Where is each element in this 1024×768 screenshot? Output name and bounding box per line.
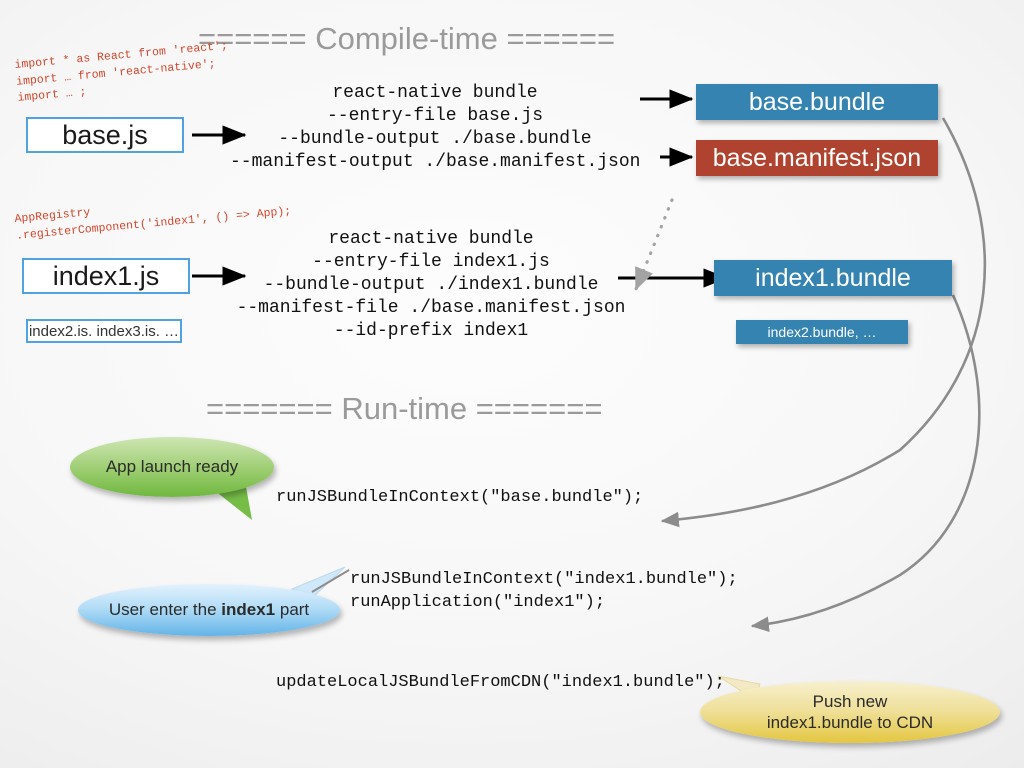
file-box-base-js-label: base.js [62,119,148,150]
diagram-canvas: ====== Compile-time ====== import * as R… [0,0,1024,768]
bubble-push-cdn-line1: Push new [812,691,888,711]
bubble-app-launch-ready-label: App launch ready [105,457,239,477]
bubble-push-new-bundle-to-cdn[interactable]: Push new index1.bundle to CDN [700,681,1000,743]
runtime-code-update-from-cdn: updateLocalJSBundleFromCDN("index1.bundl… [276,673,725,692]
file-box-index1-js[interactable]: index1.js [22,258,190,294]
artifact-base-bundle-label: base.bundle [748,87,886,116]
base-bundle-command: react-native bundle --entry-file base.js… [230,83,641,173]
artifact-base-manifest-json[interactable]: base.manifest.json [696,140,938,176]
arrow-index1-bundle-to-runtime [750,294,981,632]
arrow-manifest-feeds-index1-dotted [634,198,674,291]
runtime-code-index1-bundle: runJSBundleInContext("index1.bundle"); r… [350,570,738,612]
compile-time-header: ====== Compile-time ====== [198,21,616,56]
base-source-annotation: import * as React from 'react'; import …… [14,39,229,106]
artifact-index1-bundle[interactable]: index1.bundle [714,260,952,296]
file-box-other-index-files[interactable]: index2.is. index3.is. … [26,319,182,343]
bubble-user-enter-index1-label: User enter the index1 part [109,599,309,620]
file-box-base-js[interactable]: base.js [26,117,184,153]
bubble-user-enter-suffix: part [275,600,310,620]
bubble-user-enter-prefix: User enter the [108,600,222,620]
runtime-code-base-bundle: runJSBundleInContext("base.bundle"); [276,488,644,507]
bubble-push-cdn-line2: index1.bundle to CDN [766,713,934,732]
file-box-other-index-files-label: index2.is. index3.is. … [28,322,180,340]
run-time-header: ======= Run-time ======= [206,391,603,426]
index1-bundle-command: react-native bundle --entry-file index1.… [236,229,626,342]
bubble-user-enter-bold: index1 [221,600,276,620]
leader-user-enter-to-code [311,569,350,593]
artifact-base-bundle[interactable]: base.bundle [696,84,938,120]
artifact-other-bundles[interactable]: index2.bundle, … [736,320,908,344]
artifact-other-bundles-label: index2.bundle, … [767,324,877,340]
bubble-app-launch-ready[interactable]: App launch ready [70,437,274,497]
artifact-index1-bundle-label: index1.bundle [755,263,911,292]
bubble-user-enter-index1[interactable]: User enter the index1 part [78,584,340,636]
artifact-base-manifest-json-label: base.manifest.json [712,143,922,172]
file-box-index1-js-label: index1.js [52,260,160,291]
